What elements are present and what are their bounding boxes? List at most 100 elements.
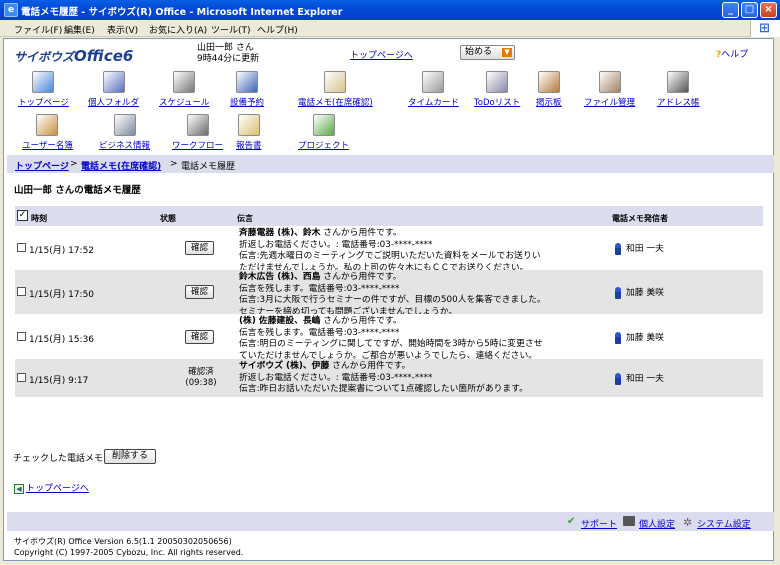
confirm-button[interactable]: 確認 (185, 330, 214, 344)
row-time: 1/15(月) 15:36 (29, 335, 95, 345)
select-all-checkbox[interactable]: ✓ (17, 210, 28, 221)
maximize-button[interactable]: □ (741, 2, 758, 18)
menu-help[interactable]: ヘルプ(H) (257, 23, 298, 36)
menu-view[interactable]: 表示(V) (107, 23, 138, 36)
nav-item-address-book[interactable]: アドレス帳 (657, 71, 700, 108)
title-bar: e 電話メモ履歴 - サイボウズ(R) Office - Microsoft I… (0, 0, 780, 20)
nav-item-top-page[interactable]: トップページ (18, 71, 69, 108)
support-link[interactable]: サポート (581, 517, 617, 530)
help-link[interactable]: ?ヘルプ (716, 47, 748, 60)
col-sender: 電話メモ発信者 (612, 214, 668, 223)
menu-edit[interactable]: 編集(E) (64, 23, 95, 36)
top-page-link[interactable]: トップページへ (350, 48, 413, 61)
nav-item-label: 電話メモ(在席確認) (298, 98, 373, 108)
table-row: 1/15(月) 9:17 確認済 (09:38) サイボウズ (株)、伊藤 さんから用… (15, 359, 763, 397)
ie-icon: e (4, 3, 18, 17)
nav-item-label: ワークフロー (172, 141, 224, 151)
workflow-icon (186, 114, 209, 136)
message-line: 伝言:3月に大阪で行うセミナーの件ですが、目標の500人を集客できました。 (239, 295, 546, 306)
row-checkbox[interactable] (17, 373, 26, 382)
cybozu-logo: サイボウズOffice6 (14, 47, 134, 65)
project-icon (312, 114, 335, 136)
nav-item-label: 報告書 (236, 141, 262, 151)
nav-item-timecard[interactable]: タイムカード (408, 71, 459, 108)
caller-name: サイボウズ (株)、伊藤 (239, 361, 330, 371)
nav-item-todo-list[interactable]: ToDoリスト (474, 71, 520, 108)
nav-item-business-info[interactable]: ビジネス情報 (99, 114, 150, 151)
message-line: 伝言:明日のミーティングに関してですが、開始時間を3時から5時に変更させ (239, 339, 543, 350)
message-line: 折返しお電話ください。: 電話番号:03-****-**** (239, 239, 433, 250)
row-message: 鈴木広告 (株)、西島 さんから用件です。 伝言を残します。電話番号:03-***… (239, 272, 546, 317)
row-message: サイボウズ (株)、伊藤 さんから用件です。 折返しお電話ください。: 電話番号:… (239, 361, 528, 395)
table-row: 1/15(月) 17:52 確認 斉藤電器 (株)、鈴木 さんから用件です。 折返しお… (15, 226, 763, 273)
nav-item-file-management[interactable]: ファイル管理 (584, 71, 635, 108)
menu-file[interactable]: ファイル(F) (14, 23, 62, 36)
row-checkbox[interactable] (17, 332, 26, 341)
nav-item-report[interactable]: 報告書 (236, 114, 262, 151)
system-settings-link[interactable]: システム設定 (697, 517, 751, 530)
confirm-button[interactable]: 確認 (185, 285, 214, 299)
start-dropdown[interactable]: 始める ▼ (460, 45, 515, 60)
nav-item-label: トップページ (18, 98, 69, 108)
schedule-icon (173, 71, 196, 93)
support-icon: ✔ (567, 516, 576, 527)
message-line: 折返しお電話ください。: 電話番号:03-****-**** (239, 372, 433, 383)
nav-item-personal-folder[interactable]: 個人フォルダ (88, 71, 139, 108)
close-button[interactable]: × (760, 2, 777, 18)
breadcrumb: トップページ > 電話メモ(在席確認) > 電話メモ履歴 (7, 155, 777, 173)
user-info: 山田一郎 さん 9時44分に更新 (197, 43, 259, 65)
nav-item-phone-memo[interactable]: 電話メモ(在席確認) (298, 71, 373, 108)
windows-logo-icon: ⊞ (750, 20, 780, 37)
row-sender: 加藤 美咲 (615, 330, 664, 344)
arrow-left-icon: ◀ (14, 483, 24, 494)
system-settings-icon: ✲ (683, 516, 693, 529)
row-checkbox[interactable] (17, 243, 26, 252)
nav-item-label: スケジュール (159, 98, 210, 108)
message-line: 伝言:昨日お話いただいた提案書について1点確認したい箇所があります。 (239, 384, 528, 395)
page-content: サイボウズOffice6 山田一郎 さん 9時44分に更新 トップページへ 始め… (3, 38, 777, 561)
back-to-top-link[interactable]: ◀ トップページへ (14, 481, 89, 494)
breadcrumb-memo-link[interactable]: 電話メモ(在席確認) (81, 159, 161, 172)
nav-item-label: 個人フォルダ (88, 98, 140, 108)
nav-item-label: アドレス帳 (657, 98, 700, 108)
nav-item-label: ユーザー名簿 (22, 141, 73, 151)
row-time: 1/15(月) 17:50 (29, 290, 95, 300)
confirm-button[interactable]: 確認 (185, 241, 214, 255)
row-checkbox[interactable] (17, 287, 26, 296)
page-title: 山田一郎 さんの電話メモ履歴 (14, 185, 141, 196)
todo-list-icon (486, 71, 509, 93)
nav-item-schedule[interactable]: スケジュール (159, 71, 209, 108)
personal-folder-icon (102, 71, 125, 93)
minimize-button[interactable]: _ (722, 2, 739, 18)
row-sender: 和田 一夫 (615, 241, 664, 255)
window-title: 電話メモ履歴 - サイボウズ(R) Office - Microsoft Int… (21, 7, 343, 18)
start-label: 始める (465, 47, 493, 57)
menu-favorites[interactable]: お気に入り(A) (149, 23, 207, 36)
nav-item-label: 設備予約 (230, 98, 265, 108)
copyright-line: Copyright (C) 1997-2005 Cybozu, Inc. All… (14, 548, 244, 557)
menu-tools[interactable]: ツール(T) (211, 23, 251, 36)
caller-name: (株) 佐藤建設、長嶋 (239, 316, 321, 326)
version-info: サイボウズ(R) Office Version 6.5(1.1 20050302… (14, 536, 243, 558)
person-icon (615, 331, 621, 344)
facility-reservation-icon (236, 71, 258, 93)
message-line: 伝言を残します。電話番号:03-****-**** (239, 327, 400, 338)
delete-button[interactable]: 削除する (104, 449, 156, 464)
row-sender: 加藤 美咲 (615, 285, 664, 299)
breadcrumb-top-link[interactable]: トップページ (15, 159, 69, 172)
table-row: 1/15(月) 15:36 確認 (株) 佐藤建設、長嶋 さんから用件です。 伝言を残… (15, 314, 763, 361)
nav-item-facility-reservation[interactable]: 設備予約 (230, 71, 264, 108)
personal-settings-icon (623, 516, 635, 526)
nav-item-bulletin-board[interactable]: 掲示板 (536, 71, 562, 108)
personal-settings-link[interactable]: 個人設定 (639, 517, 675, 530)
nav-item-user-directory[interactable]: ユーザー名簿 (22, 114, 73, 151)
row-time: 1/15(月) 17:52 (29, 246, 95, 256)
nav-item-label: 掲示板 (536, 98, 562, 108)
nav-item-workflow[interactable]: ワークフロー (172, 114, 223, 151)
nav-item-label: ToDoリスト (474, 98, 521, 108)
file-management-icon (598, 71, 621, 93)
nav-item-project[interactable]: プロジェクト (298, 114, 349, 151)
user-name: 山田一郎 さん (197, 43, 254, 53)
business-info-icon (113, 114, 136, 136)
nav-item-label: ビジネス情報 (99, 141, 151, 151)
